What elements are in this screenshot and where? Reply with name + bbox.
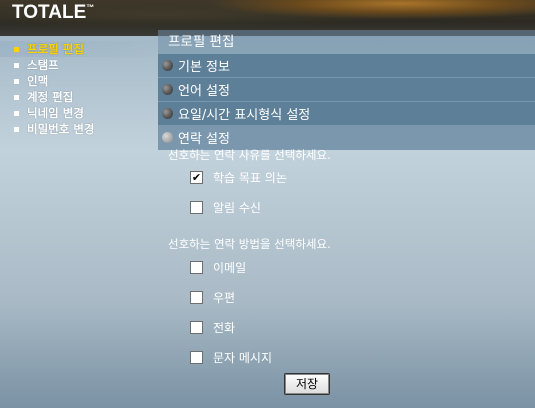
logo-text: TOTALE bbox=[12, 2, 87, 23]
checkbox-label: 알림 수신 bbox=[213, 201, 261, 215]
square-bullet-icon bbox=[14, 46, 19, 52]
page-title: 프로필 편집 bbox=[158, 30, 535, 54]
reason-option-notifications[interactable]: 알림 수신 bbox=[190, 199, 261, 216]
square-bullet-icon bbox=[14, 126, 19, 132]
contact-method-prompt: 선호하는 연락 방법을 선택하세요. bbox=[168, 237, 331, 251]
checkbox-label: 문자 메시지 bbox=[213, 351, 273, 365]
checkbox-label: 이메일 bbox=[213, 261, 247, 275]
checkbox[interactable]: ✔ bbox=[190, 171, 203, 184]
sidebar-item-label: 계정 편집 bbox=[27, 90, 74, 104]
sidebar-item-edit-profile[interactable]: 프로필 편집 bbox=[0, 41, 158, 57]
sidebar-item-label: 프로필 편집 bbox=[27, 42, 84, 56]
sidebar-item-change-nickname[interactable]: 닉네임 변경 bbox=[0, 105, 158, 121]
section-label: 기본 정보 bbox=[178, 60, 230, 75]
reason-option-study-goals[interactable]: ✔ 학습 목표 의논 bbox=[190, 169, 287, 186]
section-label: 요일/시간 표시형식 설정 bbox=[178, 108, 311, 123]
sidebar-item-label: 인맥 bbox=[27, 74, 49, 88]
checkbox-label: 우편 bbox=[213, 291, 236, 305]
checkbox-label: 전화 bbox=[213, 321, 236, 335]
section-label: 언어 설정 bbox=[178, 84, 230, 99]
section-label: 연락 설정 bbox=[178, 132, 230, 147]
method-option-email[interactable]: 이메일 bbox=[190, 259, 246, 276]
checkbox[interactable] bbox=[190, 291, 203, 304]
sidebar-item-stamps[interactable]: 스탬프 bbox=[0, 57, 158, 73]
profile-edit-panel: 프로필 편집 기본 정보 언어 설정 요일/시간 표시형식 설정 연락 설정 선… bbox=[158, 30, 535, 408]
square-bullet-icon bbox=[14, 94, 19, 100]
section-language-settings[interactable]: 언어 설정 bbox=[158, 78, 535, 102]
sidebar-nav: 프로필 편집 스탬프 인맥 계정 편집 닉네임 변경 비밀번호 변경 bbox=[0, 36, 158, 137]
sidebar-item-label: 비밀번호 변경 bbox=[27, 122, 95, 136]
logo-trademark: ™ bbox=[86, 3, 95, 12]
method-option-mail[interactable]: 우편 bbox=[190, 289, 235, 306]
section-bullet-icon bbox=[162, 132, 173, 143]
save-button[interactable]: 저장 bbox=[284, 373, 330, 395]
method-option-phone[interactable]: 전화 bbox=[190, 319, 235, 336]
checkbox[interactable] bbox=[190, 201, 203, 214]
section-bullet-icon bbox=[162, 108, 173, 119]
sidebar-item-edit-account[interactable]: 계정 편집 bbox=[0, 89, 158, 105]
method-option-text-message[interactable]: 문자 메시지 bbox=[190, 349, 272, 366]
checkbox[interactable] bbox=[190, 351, 203, 364]
contact-reason-prompt: 선호하는 연락 사유를 선택하세요. bbox=[168, 148, 331, 162]
section-basic-info[interactable]: 기본 정보 bbox=[158, 54, 535, 78]
square-bullet-icon bbox=[14, 78, 19, 84]
section-bullet-icon bbox=[162, 84, 173, 95]
sidebar-item-contacts[interactable]: 인맥 bbox=[0, 73, 158, 89]
sidebar-item-label: 스탬프 bbox=[27, 58, 59, 72]
checkbox[interactable] bbox=[190, 321, 203, 334]
checkbox-label: 학습 목표 의논 bbox=[213, 171, 287, 185]
square-bullet-icon bbox=[14, 62, 19, 68]
totale-logo[interactable]: TOTALE™ bbox=[12, 2, 94, 24]
square-bullet-icon bbox=[14, 110, 19, 116]
section-date-time-format[interactable]: 요일/시간 표시형식 설정 bbox=[158, 102, 535, 126]
sidebar-item-label: 닉네임 변경 bbox=[27, 106, 84, 120]
checkbox[interactable] bbox=[190, 261, 203, 274]
section-bullet-icon bbox=[162, 60, 173, 71]
sidebar-item-change-password[interactable]: 비밀번호 변경 bbox=[0, 121, 158, 137]
